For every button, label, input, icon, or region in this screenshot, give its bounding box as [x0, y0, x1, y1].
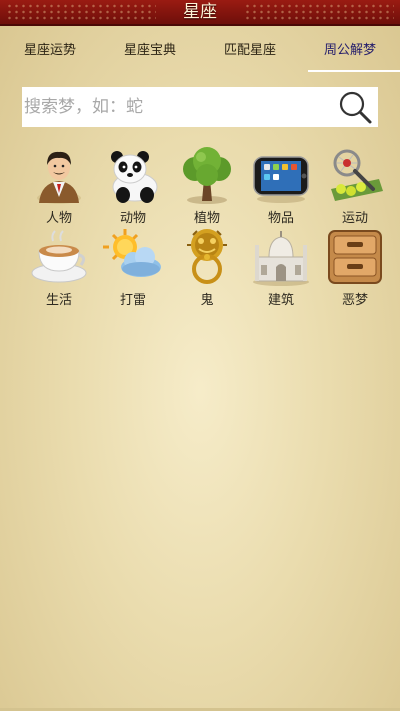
category-label: 人物	[45, 211, 72, 226]
category-life[interactable]: 生活	[22, 227, 96, 309]
category-nightmare[interactable]: 恶梦	[318, 227, 392, 309]
sun-cloud-icon	[103, 229, 161, 277]
category-label: 建筑	[267, 293, 294, 308]
person-icon	[37, 151, 81, 204]
palace-icon	[253, 231, 309, 286]
search-bar	[22, 87, 378, 127]
category-architecture[interactable]: 建筑	[244, 227, 318, 309]
tab-zodiac-match[interactable]: 匹配星座	[200, 26, 300, 76]
tab-bar: 星座运势 星座宝典 匹配星座 周公解梦	[0, 26, 400, 76]
drawer-cabinet-icon	[328, 230, 382, 284]
search-icon	[339, 91, 372, 124]
category-objects[interactable]: 物品	[244, 145, 318, 227]
tree-icon	[183, 147, 231, 204]
category-animals[interactable]: 动物	[96, 145, 170, 227]
category-people[interactable]: 人物	[22, 145, 96, 227]
page-title: 星座	[183, 2, 217, 22]
tennis-icon	[331, 149, 383, 201]
door-knocker-icon	[187, 229, 227, 284]
category-grid: 人物 动物 植物 物品 运动 生活 打雷 鬼 建筑 恶梦	[22, 145, 392, 309]
category-label: 生活	[45, 293, 72, 308]
search-button[interactable]	[334, 87, 378, 127]
coffee-cup-icon	[31, 230, 87, 283]
tab-zodiac-guide[interactable]: 星座宝典	[100, 26, 200, 76]
search-input[interactable]	[22, 87, 332, 127]
category-thunder[interactable]: 打雷	[96, 227, 170, 309]
category-label: 动物	[119, 211, 146, 226]
category-sports[interactable]: 运动	[318, 145, 392, 227]
phone-icon	[253, 156, 309, 203]
category-label: 恶梦	[341, 293, 368, 308]
category-ghost[interactable]: 鬼	[170, 227, 244, 309]
category-label: 植物	[193, 211, 220, 226]
category-label: 运动	[341, 211, 368, 226]
category-label: 打雷	[119, 293, 146, 308]
category-label: 鬼	[200, 293, 214, 308]
tab-dream-interpretation[interactable]: 周公解梦	[300, 26, 400, 76]
app-title-bar: 星座	[0, 0, 400, 26]
tab-horoscope[interactable]: 星座运势	[0, 26, 100, 76]
category-plants[interactable]: 植物	[170, 145, 244, 227]
category-label: 物品	[267, 211, 294, 226]
panda-icon	[111, 151, 158, 203]
